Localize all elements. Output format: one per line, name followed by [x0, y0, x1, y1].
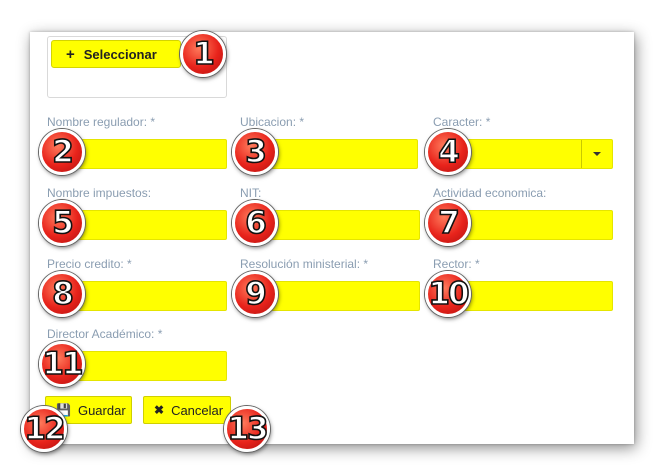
callout-badge-9: 9	[232, 271, 278, 317]
callout-badge-12: 12	[21, 406, 67, 452]
plus-icon: +	[66, 45, 75, 63]
callout-badge-4: 4	[425, 129, 471, 175]
callout-badge-2: 2	[39, 129, 85, 175]
callout-badge-6: 6	[232, 200, 278, 246]
dropdown-toggle[interactable]	[581, 140, 612, 168]
callout-badge-8: 8	[39, 271, 85, 317]
label-actividad-economica: Actividad economica:	[433, 186, 547, 200]
callout-badge-7: 7	[425, 200, 471, 246]
label-precio-credito: Precio credito: *	[47, 257, 132, 271]
label-nombre-impuestos: Nombre impuestos:	[47, 186, 152, 200]
select-file-label: Seleccionar	[83, 46, 157, 62]
label-director-academico: Director Académico: *	[47, 327, 163, 341]
callout-badge-5: 5	[39, 200, 85, 246]
callout-badge-3: 3	[232, 129, 278, 175]
label-ubicacion: Ubicacion: *	[240, 115, 305, 129]
callout-badge-10: 10	[425, 271, 471, 317]
label-caracter: Caracter: *	[433, 115, 491, 129]
callout-badge-13: 13	[224, 406, 270, 452]
callout-badge-11: 11	[39, 341, 85, 387]
label-resolucion-ministerial: Resolución ministerial: *	[240, 257, 369, 271]
close-icon: ✖	[154, 403, 165, 417]
select-file-button[interactable]: + Seleccionar	[51, 40, 181, 68]
label-rector: Rector: *	[433, 257, 480, 271]
callout-badge-1: 1	[180, 31, 226, 77]
chevron-down-icon	[593, 152, 601, 156]
cancel-button[interactable]: ✖ Cancelar	[143, 396, 231, 424]
cancel-label: Cancelar	[171, 402, 224, 418]
save-label: Guardar	[77, 402, 126, 418]
label-nit: NIT:	[240, 186, 262, 200]
label-nombre-regulador: Nombre regulador: *	[47, 115, 156, 129]
